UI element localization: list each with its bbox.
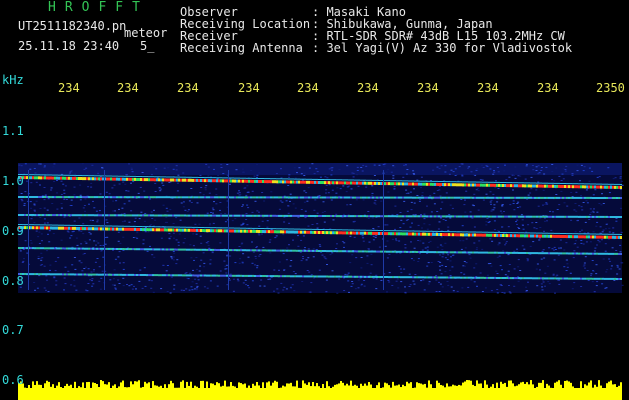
freq-tick: 1.1 [2,124,24,138]
time-tick: 234 [177,81,199,95]
info-label-antenna: Receiving Antenna [180,41,303,55]
freq-tick: 0.6 [2,373,24,387]
freq-tick: 0.7 [2,323,24,337]
extra-label: 5_ [140,39,155,53]
freq-unit-label: kHz [2,73,24,87]
vertical-streak [383,170,384,290]
datetime-label: 25.11.18 23:40 [18,39,120,53]
file-name: UT2511182340.pn [18,19,127,33]
time-tick: 234 [297,81,319,95]
time-tick: 234 [117,81,139,95]
vertical-streak [28,170,29,290]
noise-band-top [18,163,622,175]
time-tick: 234 [417,81,439,95]
freq-tick: 0.9 [2,224,24,238]
spectrogram [18,163,624,400]
freq-tick: 1.0 [2,174,24,188]
time-tick: 234 [58,81,80,95]
app-logo: HROFFT [48,0,149,15]
time-tick: 234 [537,81,559,95]
vertical-streak [104,170,105,290]
time-tick: 234 [238,81,260,95]
time-tick: 2350 [596,81,625,95]
time-tick: 234 [477,81,499,95]
vertical-streak [228,170,229,290]
info-value-antenna: : 3el Yagi(V) Az 330 for Vladivostok [312,41,573,55]
time-tick: 234 [357,81,379,95]
freq-tick: 0.8 [2,274,24,288]
amplitude-band [18,388,622,400]
mode-label: meteor [124,26,168,40]
